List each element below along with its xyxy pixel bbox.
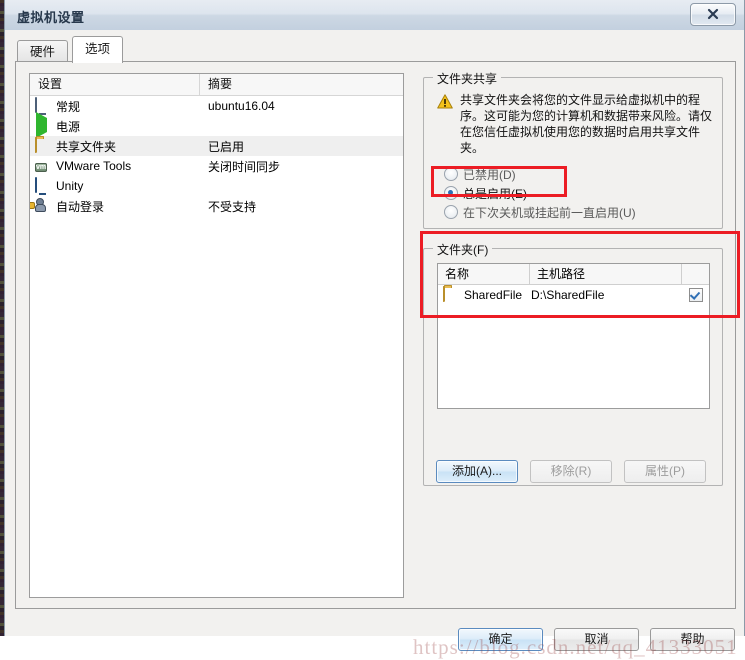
settings-row-summary: 已启用 <box>208 139 245 154</box>
settings-row-label: VMware Tools <box>56 159 132 173</box>
settings-row-label: 电源 <box>56 119 81 134</box>
settings-row-shared-folders[interactable]: 共享文件夹 已启用 <box>30 136 403 156</box>
autologin-icon <box>30 198 53 214</box>
radio-label: 总是启用(E) <box>463 187 527 201</box>
tab-options[interactable]: 选项 <box>72 36 124 63</box>
folder-sharing-group: 文件夹共享 共享文件夹会将您的文件显示给虚拟机中的程序。这可能为您的计算机和数据… <box>423 70 723 229</box>
power-icon <box>35 112 53 138</box>
warning-icon <box>437 94 453 109</box>
folder-icon <box>35 137 53 154</box>
settings-row-power[interactable]: 电源 <box>30 112 403 138</box>
column-header-name: 名称 <box>438 264 530 284</box>
folders-title: 文件夹(F) <box>433 241 493 258</box>
column-header-setting: 设置 <box>30 74 200 95</box>
settings-row-label: 自动登录 <box>56 199 105 214</box>
options-tab-panel: 设置 摘要 常规 ubuntu16.04 电源 共享文件夹 已启用 vm VMw… <box>15 61 736 609</box>
close-icon <box>707 8 719 20</box>
folders-table[interactable]: 名称 主机路径 SharedFile D:\SharedFile <box>437 263 710 409</box>
unity-icon <box>35 177 53 194</box>
settings-row-summary: ubuntu16.04 <box>208 99 275 113</box>
settings-row-summary: 关闭时间同步 <box>208 159 281 174</box>
radio-always-enabled[interactable]: 总是启用(E) <box>444 186 527 203</box>
radio-label: 在下次关机或挂起前一直启用(U) <box>463 206 636 220</box>
add-folder-button[interactable]: 添加(A)... <box>436 460 518 483</box>
window-title: 虚拟机设置 <box>17 10 85 25</box>
sharing-warning: 共享文件夹会将您的文件显示给虚拟机中的程序。这可能为您的计算机和数据带来风险。请… <box>437 92 712 156</box>
settings-row-label: 共享文件夹 <box>56 139 117 154</box>
radio-until-shutdown[interactable]: 在下次关机或挂起前一直启用(U) <box>444 205 636 222</box>
sharing-warning-text: 共享文件夹会将您的文件显示给虚拟机中的程序。这可能为您的计算机和数据带来风险。请… <box>460 93 713 155</box>
column-header-enabled <box>682 264 709 284</box>
folder-enabled-checkbox[interactable] <box>688 287 703 302</box>
settings-row-general[interactable]: 常规 ubuntu16.04 <box>30 96 403 116</box>
settings-list[interactable]: 设置 摘要 常规 ubuntu16.04 电源 共享文件夹 已启用 vm VMw… <box>29 73 404 598</box>
vm-settings-window: 虚拟机设置 硬件 选项 设置 摘要 常规 ubuntu16.04 电源 共享文件… <box>4 0 745 659</box>
cancel-button[interactable]: 取消 <box>554 628 639 651</box>
ok-button[interactable]: 确定 <box>458 628 543 651</box>
folders-group: 文件夹(F) 名称 主机路径 SharedFile D:\SharedFile <box>423 241 723 486</box>
vmtools-icon: vm <box>35 163 48 172</box>
tab-strip: 硬件 选项 <box>15 36 735 63</box>
column-header-summary: 摘要 <box>208 77 233 91</box>
folder-host-path: D:\SharedFile <box>531 288 605 302</box>
settings-row-vmware-tools[interactable]: vm VMware Tools 关闭时间同步 <box>30 156 403 176</box>
help-button[interactable]: 帮助 <box>650 628 735 651</box>
folders-table-row[interactable]: SharedFile D:\SharedFile <box>438 285 709 305</box>
settings-row-summary: 不受支持 <box>208 199 257 214</box>
settings-row-label: Unity <box>56 179 84 193</box>
radio-dot-icon <box>444 186 458 200</box>
window-titlebar: 虚拟机设置 <box>5 0 744 31</box>
folder-icon <box>443 286 461 303</box>
folder-properties-button[interactable]: 属性(P) <box>624 460 706 483</box>
column-header-host-path: 主机路径 <box>530 264 682 284</box>
radio-dot-icon <box>444 167 458 181</box>
radio-dot-icon <box>444 205 458 219</box>
folder-sharing-title: 文件夹共享 <box>433 70 502 87</box>
settings-row-autologin[interactable]: 自动登录 不受支持 <box>30 196 403 216</box>
tab-hardware[interactable]: 硬件 <box>17 40 69 62</box>
settings-row-unity[interactable]: Unity <box>30 176 403 196</box>
settings-list-header: 设置 摘要 <box>30 74 403 96</box>
radio-disabled[interactable]: 已禁用(D) <box>444 167 516 184</box>
remove-folder-button[interactable]: 移除(R) <box>530 460 612 483</box>
folders-table-header: 名称 主机路径 <box>438 264 709 285</box>
radio-label: 已禁用(D) <box>463 168 516 182</box>
folder-name: SharedFile <box>464 288 523 302</box>
window-client-area: 硬件 选项 设置 摘要 常规 ubuntu16.04 电源 共享文件夹 已启用 … <box>5 30 744 659</box>
close-button[interactable] <box>690 3 736 26</box>
settings-row-label: 常规 <box>56 99 81 114</box>
